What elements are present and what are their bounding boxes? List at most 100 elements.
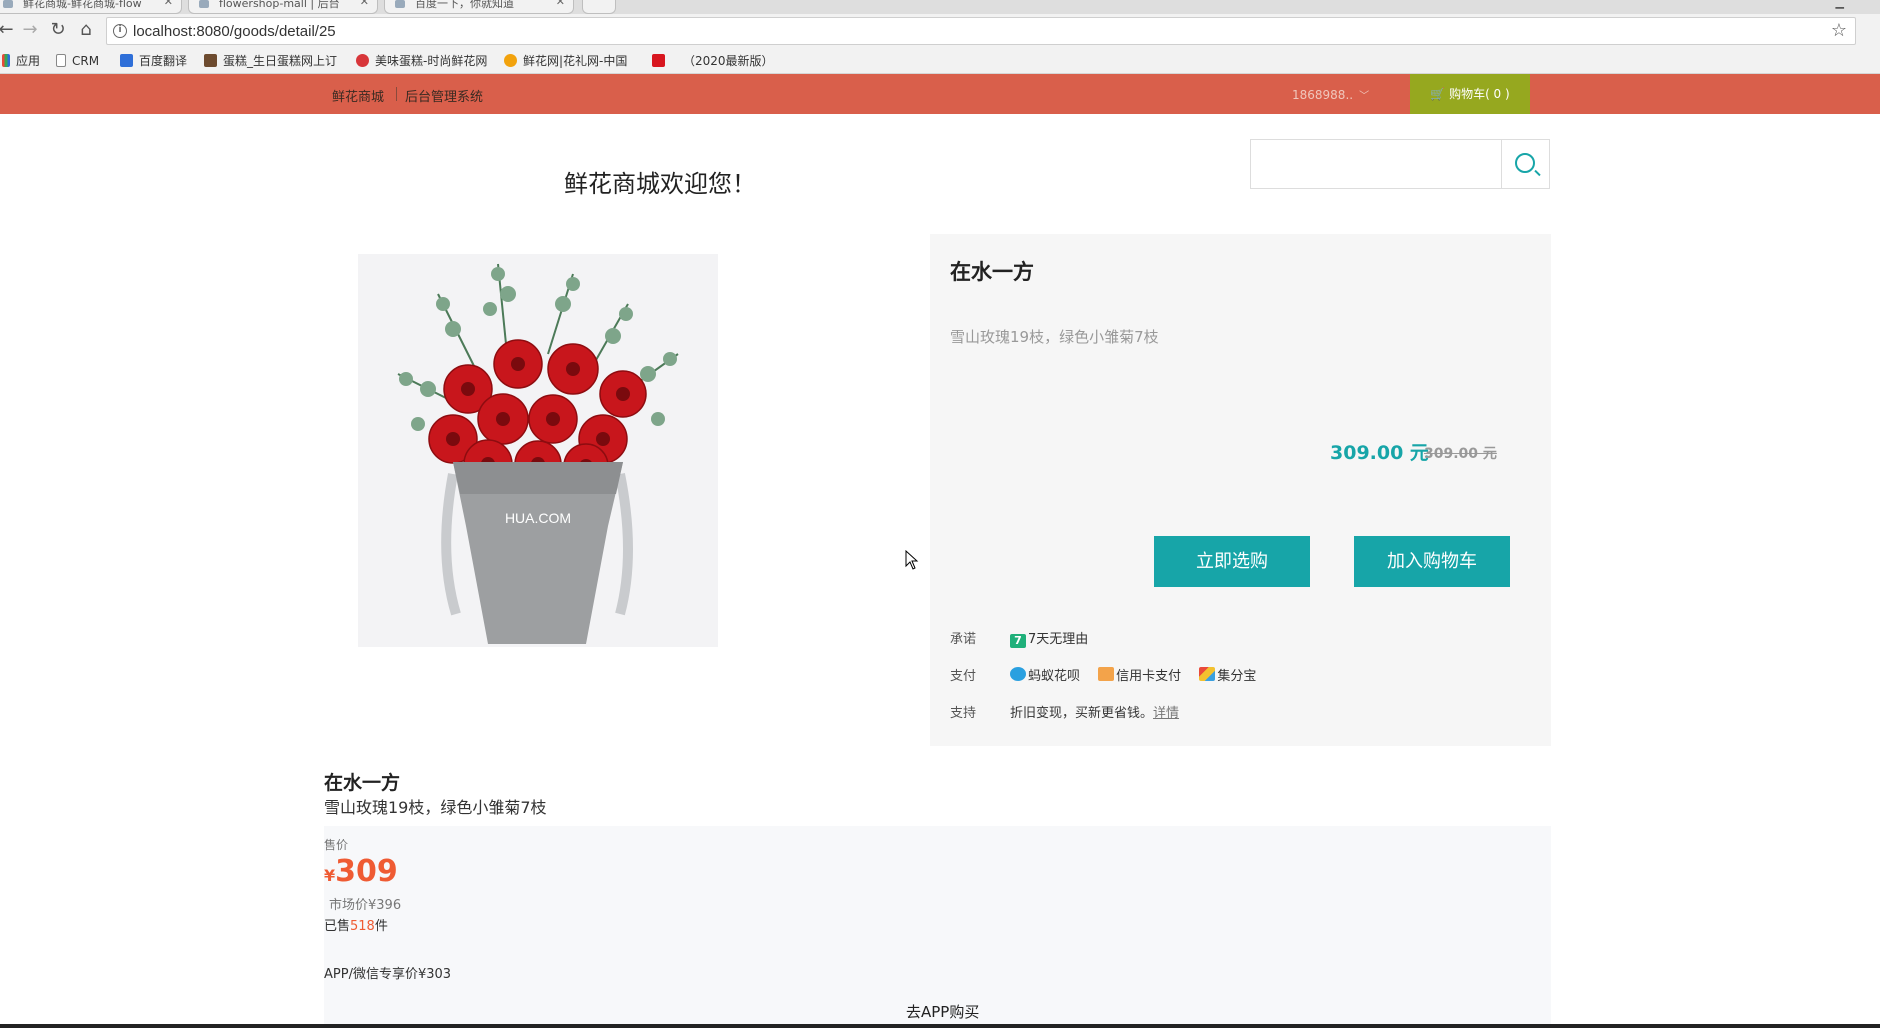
browser-tab[interactable]: flowershop-mall | 后台 ✕: [188, 0, 378, 14]
pay-method[interactable]: 集分宝: [1217, 669, 1256, 684]
promise-value: 7天无理由: [1028, 632, 1089, 647]
bookmark-label: 百度翻译: [139, 54, 188, 68]
flower-site-icon: [356, 54, 369, 67]
vase-brand-text: HUA.COM: [505, 510, 571, 526]
brand-link[interactable]: 鲜花商城: [332, 86, 384, 105]
product-price: 309.00 元: [1330, 442, 1429, 464]
tab-favicon-icon: [199, 0, 209, 8]
search-button[interactable]: [1501, 140, 1549, 188]
bookmark-star-icon[interactable]: ☆: [1831, 20, 1847, 41]
product-desc: 雪山玫瑰19枝，绿色小雏菊7枝: [950, 328, 1159, 346]
credit-card-icon: [1098, 667, 1115, 681]
app-exclusive-price: APP/微信专享价¥303: [324, 967, 452, 982]
browser-tab[interactable]: 鲜花商城-鲜花商城-flow ✕: [0, 0, 182, 14]
c-logo-icon: [652, 54, 665, 67]
search-box: [1250, 139, 1550, 189]
add-to-cart-button[interactable]: 加入购物车: [1354, 536, 1510, 587]
price-label: 售价: [324, 838, 349, 852]
mouse-cursor-icon: [905, 550, 919, 570]
cart-button[interactable]: 🛒 购物车( 0 ): [1410, 74, 1530, 114]
bookmark-flower-net[interactable]: 鲜花网|花礼网-中国: [504, 53, 627, 69]
sold-prefix: 已售: [324, 919, 351, 934]
site-info-icon[interactable]: i: [113, 24, 127, 38]
search-input[interactable]: [1251, 140, 1501, 188]
bookmark-2020[interactable]: （2020最新版）: [652, 53, 774, 69]
sold-number: 518: [350, 919, 375, 934]
support-detail-link[interactable]: 详情: [1153, 706, 1179, 721]
browser-tab[interactable]: 百度一下，你就知道 ✕: [384, 0, 574, 14]
taskbar-edge: [0, 1024, 1880, 1028]
back-icon[interactable]: ←: [0, 18, 18, 42]
page-icon: [56, 54, 66, 67]
support-label: 支持: [950, 706, 977, 721]
flower-net-icon: [504, 54, 517, 67]
bookmark-flower-cake[interactable]: 美味蛋糕-时尚鲜花网: [356, 53, 487, 69]
cart-label: 购物车( 0 ): [1449, 87, 1510, 101]
detail-title: 在水一方: [324, 772, 401, 794]
browser-toolbar: ← → ↻ ⌂ i localhost:8080/goods/detail/25…: [0, 14, 1880, 48]
flower-bouquet-image: HUA.COM: [397, 263, 679, 644]
pay-method[interactable]: 信用卡支付: [1116, 669, 1181, 684]
seven-day-return-icon: 7: [1010, 634, 1026, 648]
go-app-button[interactable]: 去APP购买: [906, 1001, 979, 1022]
ant-credit-icon: [1010, 667, 1026, 681]
divider: [396, 87, 397, 101]
tab-close-icon[interactable]: ✕: [556, 0, 565, 7]
market-price: 市场价¥396: [329, 898, 402, 913]
baidu-translate-icon: [120, 54, 133, 67]
bookmark-label: 美味蛋糕-时尚鲜花网: [375, 54, 488, 68]
product-info-panel: 在水一方 雪山玫瑰19枝，绿色小雏菊7枝 309.00 元 309.00 元 立…: [930, 234, 1551, 746]
product-title: 在水一方: [950, 260, 1034, 284]
support-value: 折旧变现，买新更省钱。: [1010, 706, 1154, 721]
tab-label: flowershop-mall | 后台: [219, 0, 340, 10]
tab-favicon-icon: [395, 0, 405, 8]
user-menu[interactable]: 1868988.. ﹀: [1292, 87, 1369, 102]
pay-label: 支付: [950, 669, 977, 684]
browser-tabstrip: 鲜花商城-鲜花商城-flow ✕ flowershop-mall | 后台 ✕ …: [0, 0, 1880, 14]
bookmark-baidu-translate[interactable]: 百度翻译: [120, 53, 187, 69]
detail-price-box: 售价 ¥309 市场价¥396 已售518件 APP/微信专享价¥303 去AP…: [324, 826, 1551, 1028]
bookmark-label: CRM: [72, 54, 100, 68]
price-value: 309: [335, 854, 398, 889]
new-tab-button[interactable]: [582, 0, 616, 14]
bookmarks-bar: 应用 CRM 百度翻译 蛋糕_生日蛋糕网上订 美味蛋糕-时尚鲜花网 鲜花网|花礼…: [0, 48, 1880, 74]
chevron-down-icon: ﹀: [1359, 91, 1370, 102]
search-icon: [1515, 153, 1535, 173]
address-url[interactable]: localhost:8080/goods/detail/25: [133, 23, 336, 40]
product-old-price: 309.00 元: [1424, 446, 1497, 462]
home-icon[interactable]: ⌂: [74, 18, 98, 42]
site-topbar: 鲜花商城 后台管理系统 1868988.. ﹀ 🛒 购物车( 0 ): [0, 74, 1880, 114]
bookmark-label: 应用: [16, 54, 41, 68]
buy-now-button[interactable]: 立即选购: [1154, 536, 1310, 587]
admin-link[interactable]: 后台管理系统: [405, 86, 483, 105]
welcome-title: 鲜花商城欢迎您！: [564, 170, 756, 198]
jifenbao-icon: [1199, 667, 1216, 681]
bookmark-label: （2020最新版）: [683, 54, 774, 68]
apps-grid-icon: [2, 54, 10, 67]
bookmark-apps[interactable]: 应用: [2, 53, 40, 69]
bookmark-label: 蛋糕_生日蛋糕网上订: [223, 54, 338, 68]
bookmark-crm[interactable]: CRM: [56, 53, 99, 69]
cake-site-icon: [204, 54, 217, 67]
tab-close-icon[interactable]: ✕: [164, 0, 173, 7]
bookmark-label: 鲜花网|花礼网-中国: [523, 54, 628, 68]
currency-symbol: ¥: [324, 866, 336, 885]
sold-count: 已售518件: [324, 915, 388, 934]
detail-price: ¥309: [324, 854, 398, 889]
minimize-icon[interactable]: ▁: [1836, 0, 1844, 9]
pay-method[interactable]: 蚂蚁花呗: [1028, 669, 1080, 684]
tab-label: 鲜花商城-鲜花商城-flow: [23, 0, 142, 10]
bookmark-cake[interactable]: 蛋糕_生日蛋糕网上订: [204, 53, 337, 69]
reload-icon[interactable]: ↻: [46, 18, 70, 42]
forward-icon[interactable]: →: [18, 18, 42, 42]
detail-desc: 雪山玫瑰19枝，绿色小雏菊7枝: [324, 798, 547, 817]
address-bar[interactable]: i localhost:8080/goods/detail/25 ☆: [106, 17, 1856, 45]
product-image: HUA.COM: [358, 254, 718, 647]
sold-suffix: 件: [374, 919, 388, 934]
tab-close-icon[interactable]: ✕: [360, 0, 369, 7]
user-name: 1868988..: [1292, 88, 1354, 102]
tab-favicon-icon: [3, 0, 13, 8]
cart-icon: 🛒: [1430, 87, 1446, 101]
promise-label: 承诺: [950, 632, 977, 647]
tab-label: 百度一下，你就知道: [415, 0, 514, 10]
